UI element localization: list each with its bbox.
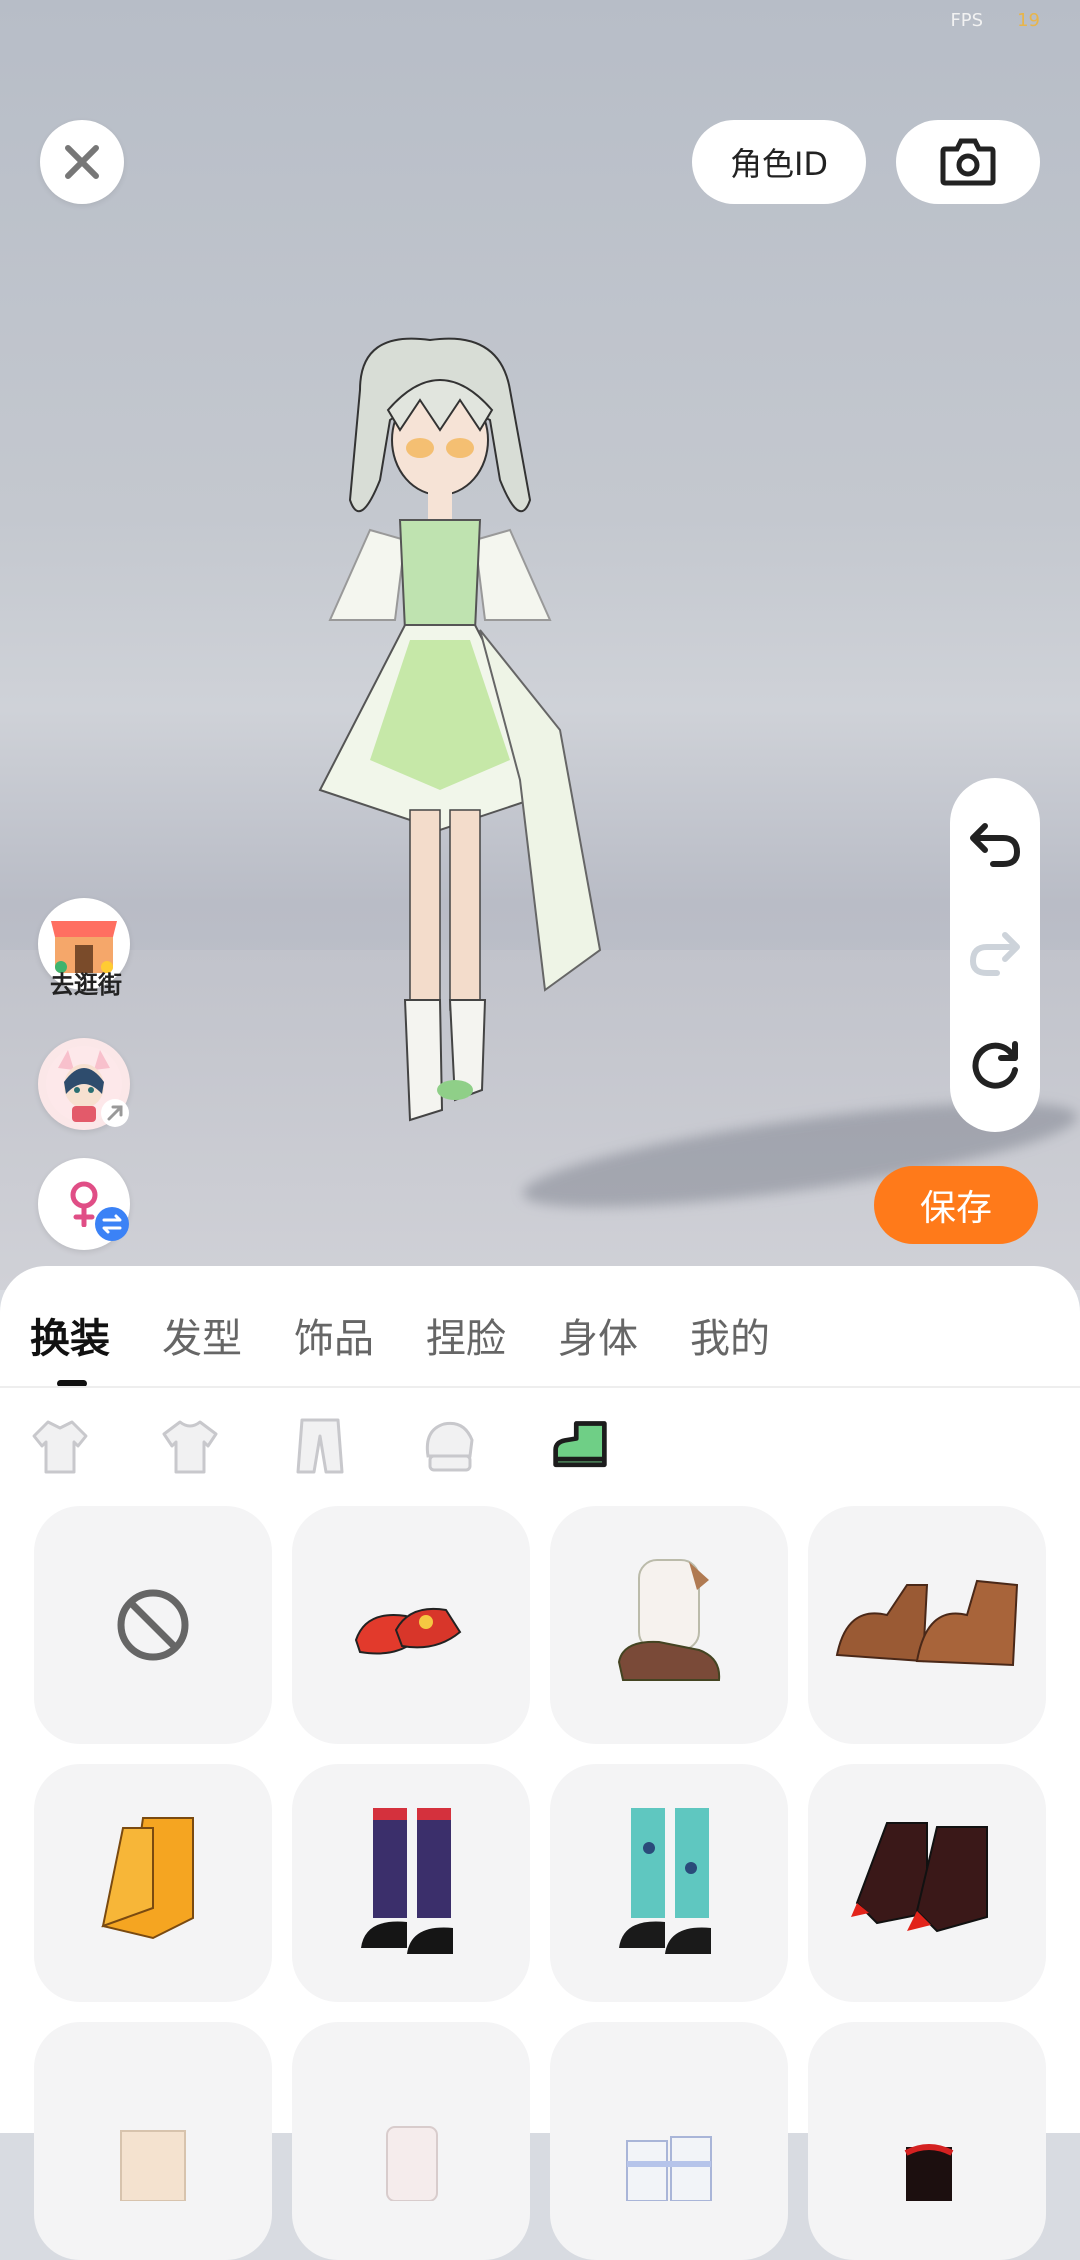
subcat-outerwear[interactable] bbox=[30, 1416, 90, 1476]
character-model[interactable] bbox=[300, 330, 680, 1190]
subcat-pants[interactable] bbox=[290, 1416, 350, 1476]
swap-icon bbox=[95, 1207, 129, 1241]
shirt-icon bbox=[162, 1420, 218, 1474]
item-yellow-claw-boots[interactable] bbox=[34, 1764, 272, 2002]
shop-label: 去逛街 bbox=[50, 971, 122, 999]
red-flat-shoes-icon bbox=[354, 1608, 462, 1655]
subcat-gloves[interactable] bbox=[420, 1416, 480, 1476]
item-none[interactable] bbox=[34, 1506, 272, 1744]
save-label: 保存 bbox=[919, 1188, 992, 1229]
none-icon bbox=[117, 1589, 189, 1661]
camera-icon bbox=[940, 138, 996, 186]
fps-counter: FPS 19 bbox=[950, 10, 1040, 31]
item-cream-knit-socks[interactable] bbox=[34, 2022, 272, 2260]
tab-face[interactable]: 捏脸 bbox=[426, 1306, 506, 1364]
close-button[interactable] bbox=[40, 120, 124, 204]
subcategory-bar bbox=[30, 1416, 610, 1476]
reset-icon[interactable] bbox=[967, 1036, 1023, 1092]
tab-body[interactable]: 身体 bbox=[558, 1306, 638, 1364]
fps-label: FPS bbox=[950, 10, 984, 31]
item-red-claw-boots[interactable] bbox=[808, 1764, 1046, 2002]
white-furry-boots-icon bbox=[617, 1559, 721, 1681]
striped-white-boots-icon bbox=[626, 2136, 712, 2201]
tabs-divider bbox=[0, 1386, 1080, 1388]
tab-hairstyle[interactable]: 发型 bbox=[162, 1306, 242, 1364]
pants-icon bbox=[296, 1418, 344, 1474]
item-brown-paw-boots[interactable] bbox=[808, 1506, 1046, 1744]
outerwear-icon bbox=[32, 1420, 88, 1474]
item-red-black-boots[interactable] bbox=[808, 2022, 1046, 2260]
tab-mine[interactable]: 我的 bbox=[690, 1306, 770, 1364]
cream-knit-socks-icon bbox=[120, 2130, 186, 2201]
view-controls bbox=[950, 778, 1040, 1132]
glove-icon bbox=[425, 1421, 474, 1472]
redo-icon[interactable] bbox=[967, 927, 1023, 977]
gender-switch-button[interactable] bbox=[38, 1158, 130, 1250]
item-argyle-socks-shoes[interactable] bbox=[292, 1764, 530, 2002]
item-teal-socks-shoes[interactable] bbox=[550, 1764, 788, 2002]
shoe-icon bbox=[553, 1421, 607, 1468]
tab-accessories[interactable]: 饰品 bbox=[294, 1306, 374, 1364]
red-claw-boots-icon bbox=[851, 1822, 988, 1933]
red-black-boots-icon bbox=[904, 2144, 954, 2201]
category-tabs: 换装 发型 饰品 捏脸 身体 我的 bbox=[30, 1306, 770, 1364]
subcat-shirt[interactable] bbox=[160, 1416, 220, 1476]
yellow-claw-boots-icon bbox=[101, 1817, 194, 1940]
item-grid bbox=[34, 1506, 1046, 2260]
argyle-socks-shoes-icon bbox=[361, 1808, 453, 1954]
character-stage[interactable]: FPS 19 角色ID 保存 去逛街 bbox=[0, 0, 1080, 1290]
item-striped-white-boots[interactable] bbox=[550, 2022, 788, 2260]
white-socks-icon bbox=[386, 2126, 438, 2201]
teal-socks-shoes-icon bbox=[619, 1808, 711, 1954]
outfit-panel: 换装 发型 饰品 捏脸 身体 我的 bbox=[0, 1266, 1080, 2260]
tab-outfit[interactable]: 换装 bbox=[30, 1306, 110, 1364]
role-id-label: 角色ID bbox=[729, 145, 829, 183]
close-icon bbox=[65, 145, 99, 179]
fps-value: 19 bbox=[1017, 10, 1040, 31]
avatar-button[interactable] bbox=[38, 1038, 130, 1130]
save-button[interactable]: 保存 bbox=[874, 1166, 1038, 1244]
item-red-flat-shoes[interactable] bbox=[292, 1506, 530, 1744]
subcat-shoes[interactable] bbox=[550, 1416, 610, 1476]
item-white-furry-boots[interactable] bbox=[550, 1506, 788, 1744]
brown-paw-boots-icon bbox=[835, 1579, 1019, 1667]
camera-button[interactable] bbox=[896, 120, 1040, 204]
undo-icon[interactable] bbox=[967, 818, 1023, 868]
role-id-button[interactable]: 角色ID bbox=[692, 120, 866, 204]
link-icon bbox=[101, 1099, 129, 1127]
item-white-socks[interactable] bbox=[292, 2022, 530, 2260]
